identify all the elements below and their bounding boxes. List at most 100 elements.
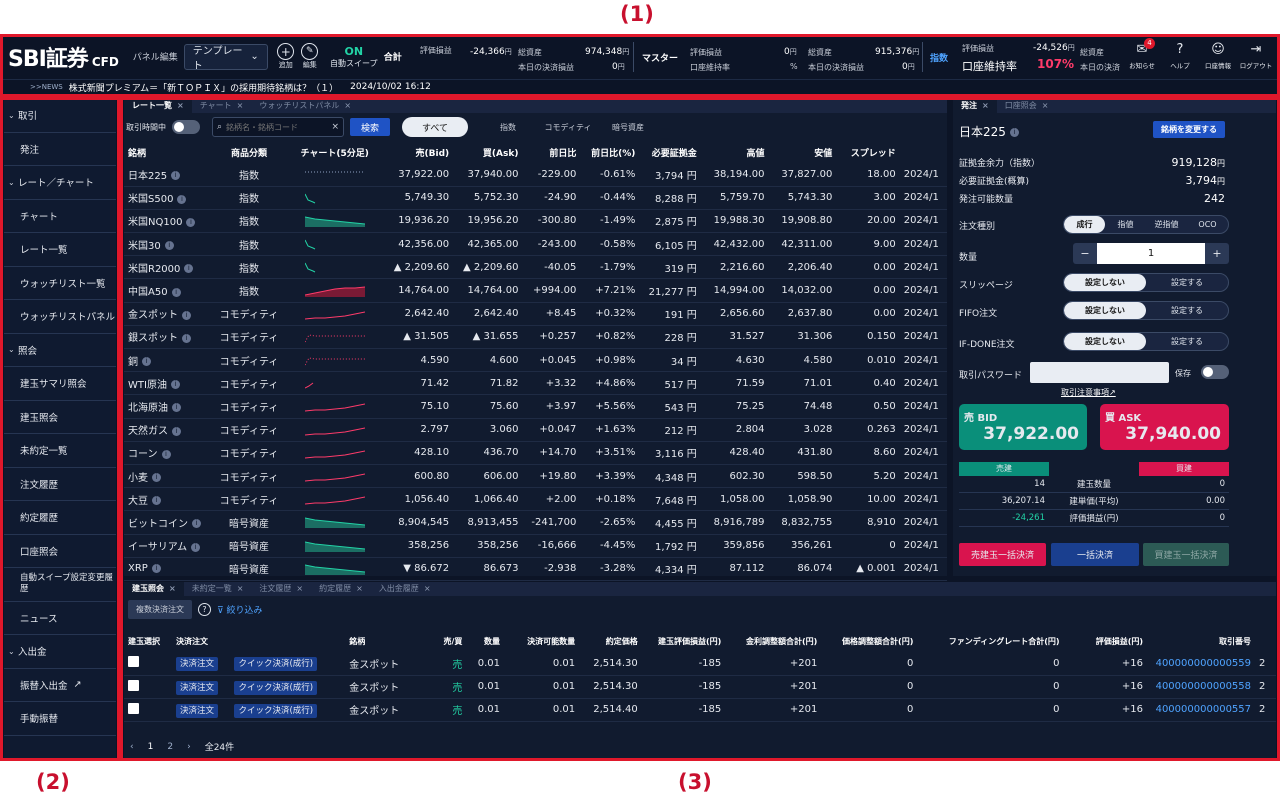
column-header[interactable]: 建玉選択 xyxy=(124,630,172,652)
sell-bid-button[interactable]: 売 BID 37,922.00 xyxy=(959,404,1087,450)
info-icon[interactable]: i xyxy=(170,380,180,390)
info-icon[interactable]: i xyxy=(171,171,181,181)
trade-id-link[interactable]: 400000000000558 xyxy=(1147,675,1256,699)
panel-tab[interactable]: 口座照会 × xyxy=(997,99,1057,113)
ask-cell[interactable]: 14,764.00 xyxy=(453,278,523,303)
ask-cell[interactable]: 2,642.40 xyxy=(453,302,523,326)
panel-tab[interactable]: 発注 × xyxy=(953,99,997,113)
quick-close-button[interactable]: クイック決済(成行) xyxy=(234,703,318,718)
sidebar-item[interactable]: チャート xyxy=(4,200,116,233)
mail-button[interactable]: ✉ お知らせ 4 xyxy=(1124,38,1160,70)
info-icon[interactable]: i xyxy=(182,310,191,320)
column-header[interactable]: ファンディングレート合計(円) xyxy=(917,630,1063,652)
multi-close-button[interactable]: 複数決済注文 xyxy=(128,599,192,619)
buy-ask-button[interactable]: 買 ASK 37,940.00 xyxy=(1100,404,1229,450)
column-header[interactable] xyxy=(900,141,947,163)
info-icon[interactable]: i xyxy=(152,496,161,506)
ask-cell[interactable]: 42,365.00 xyxy=(453,232,523,257)
save-password-toggle[interactable] xyxy=(1201,365,1229,379)
info-icon[interactable]: i xyxy=(1009,128,1019,137)
info-icon[interactable]: i xyxy=(172,426,181,436)
open-only-toggle[interactable] xyxy=(172,120,200,134)
row-checkbox[interactable] xyxy=(128,679,139,691)
page-link[interactable]: ‹ xyxy=(130,742,134,752)
bid-cell[interactable]: 4.590 xyxy=(383,348,454,373)
bid-cell[interactable]: 71.42 xyxy=(383,371,454,396)
bid-cell[interactable]: 600.80 xyxy=(383,464,454,489)
table-row[interactable]: 米国30 i 指数 42,356.00 42,365.00 -243.00 -0.58% 6,… xyxy=(124,232,947,257)
bid-cell[interactable]: 1,056.40 xyxy=(383,487,454,512)
ask-cell[interactable]: 5,752.30 xyxy=(453,186,523,210)
info-icon[interactable]: i xyxy=(161,449,171,459)
panel-tab[interactable]: ウォッチリストパネル × xyxy=(251,99,359,113)
column-header[interactable]: チャート(5分足) xyxy=(285,141,383,163)
sidebar-item[interactable]: 手動振替 xyxy=(4,702,116,736)
column-header[interactable]: スプレッド xyxy=(836,141,899,163)
bid-cell[interactable]: ▲ 31.505 xyxy=(383,325,454,350)
sidebar-item[interactable]: 建玉サマリ照会 xyxy=(4,367,116,401)
row-checkbox[interactable] xyxy=(128,656,139,668)
ask-cell[interactable]: 71.82 xyxy=(453,371,523,396)
change-symbol-button[interactable]: 銘柄を変更する xyxy=(1153,121,1225,138)
qty-plus-button[interactable]: + xyxy=(1205,243,1229,264)
column-header[interactable]: 数量 xyxy=(466,630,504,652)
column-header[interactable] xyxy=(1255,630,1276,652)
option-on[interactable]: 設定する xyxy=(1146,333,1228,350)
option-off[interactable]: 設定しない xyxy=(1064,274,1146,291)
sidebar-item[interactable]: 口座照会 xyxy=(4,535,116,568)
option-on[interactable]: 設定する xyxy=(1146,302,1228,319)
column-header[interactable]: 安値 xyxy=(769,141,837,163)
panel-tab[interactable]: 入出金履歴 × xyxy=(371,582,439,596)
column-header[interactable]: 買(Ask) xyxy=(453,141,522,163)
info-icon[interactable]: i xyxy=(184,264,194,274)
column-header[interactable]: 金利調整額合計(円) xyxy=(725,630,821,652)
bid-cell[interactable]: ▼ 86.672 xyxy=(383,557,454,581)
column-header[interactable]: 売/買 xyxy=(425,630,467,652)
close-icon[interactable]: × xyxy=(982,101,989,110)
table-row[interactable]: 銀スポット i コモディティ ▲ 31.505 ▲ 31.655 +0.257 +0.82%… xyxy=(124,325,947,350)
order-type-option[interactable]: 指値 xyxy=(1105,216,1146,233)
table-row[interactable]: 決済注文 クイック決済(成行) 金スポット売 0.01 0.01 2,514.30 -185… xyxy=(124,652,1276,676)
bid-cell[interactable]: 14,764.00 xyxy=(383,278,454,303)
bid-cell[interactable]: 8,904,545 xyxy=(383,510,454,535)
ask-cell[interactable]: 4.600 xyxy=(453,348,523,373)
column-header[interactable]: 前日比 xyxy=(522,141,580,163)
column-header[interactable]: 価格調整額合計(円) xyxy=(821,630,917,652)
table-row[interactable]: WTI原油 i コモディティ 71.42 71.82 +3.32 +4.86% 517 円 71… xyxy=(124,371,947,396)
sidebar-item[interactable]: ⌄ 照会 xyxy=(4,334,116,367)
column-header[interactable]: 売(Bid) xyxy=(384,141,453,163)
table-row[interactable]: 小麦 i コモディティ 600.80 606.00 +19.80 +3.39% 4,348 円… xyxy=(124,464,947,489)
template-select[interactable]: テンプレート ⌄ xyxy=(183,43,268,72)
option-on[interactable]: 設定する xyxy=(1146,274,1228,291)
filter-tab[interactable]: 指数 xyxy=(478,117,538,137)
column-header[interactable]: 決済可能数量 xyxy=(504,630,579,652)
filter-tab[interactable]: 暗号資産 xyxy=(598,117,658,137)
info-icon[interactable]: i xyxy=(191,542,201,552)
panel-tab[interactable]: 約定履歴 × xyxy=(311,582,371,596)
search-input[interactable] xyxy=(226,122,328,132)
ask-cell[interactable]: ▲ 2,209.60 xyxy=(453,255,523,280)
info-icon[interactable]: i xyxy=(177,194,187,204)
ask-cell[interactable]: 86.673 xyxy=(453,557,523,581)
column-header[interactable]: 銘柄 xyxy=(124,141,213,163)
close-all-button[interactable]: 一括決済 xyxy=(1051,543,1139,566)
sidebar-item[interactable]: ウォッチリスト一覧 xyxy=(4,267,116,300)
sidebar-item[interactable]: ニュース xyxy=(4,602,116,635)
close-icon[interactable]: × xyxy=(237,101,244,110)
order-type-option[interactable]: 成行 xyxy=(1064,216,1105,233)
column-header[interactable]: 約定価格 xyxy=(579,630,642,652)
table-row[interactable]: 中国A50 i 指数 14,764.00 14,764.00 +994.00 +7.21% 2… xyxy=(124,278,947,303)
info-icon[interactable]: i xyxy=(172,403,181,413)
qty-input[interactable]: 1 xyxy=(1097,243,1205,264)
ask-cell[interactable]: 19,956.20 xyxy=(453,209,523,234)
info-icon[interactable]: i xyxy=(186,217,196,227)
bid-cell[interactable]: ▲ 2,209.60 xyxy=(383,255,454,280)
info-icon[interactable]: i xyxy=(164,241,174,251)
table-row[interactable]: イーサリアム i 暗号資産 358,256 358,256 -16,666 -4.45% 1,… xyxy=(124,534,947,558)
page-link[interactable]: › xyxy=(187,742,191,752)
sidebar-item[interactable]: 発注 xyxy=(4,133,116,166)
close-icon[interactable]: × xyxy=(237,584,244,593)
panel-tab[interactable]: レート一覧 × xyxy=(124,99,192,113)
sell-close-all-button[interactable]: 売建玉一括決済 xyxy=(959,543,1046,566)
panel-tab[interactable]: チャート × xyxy=(192,99,252,113)
